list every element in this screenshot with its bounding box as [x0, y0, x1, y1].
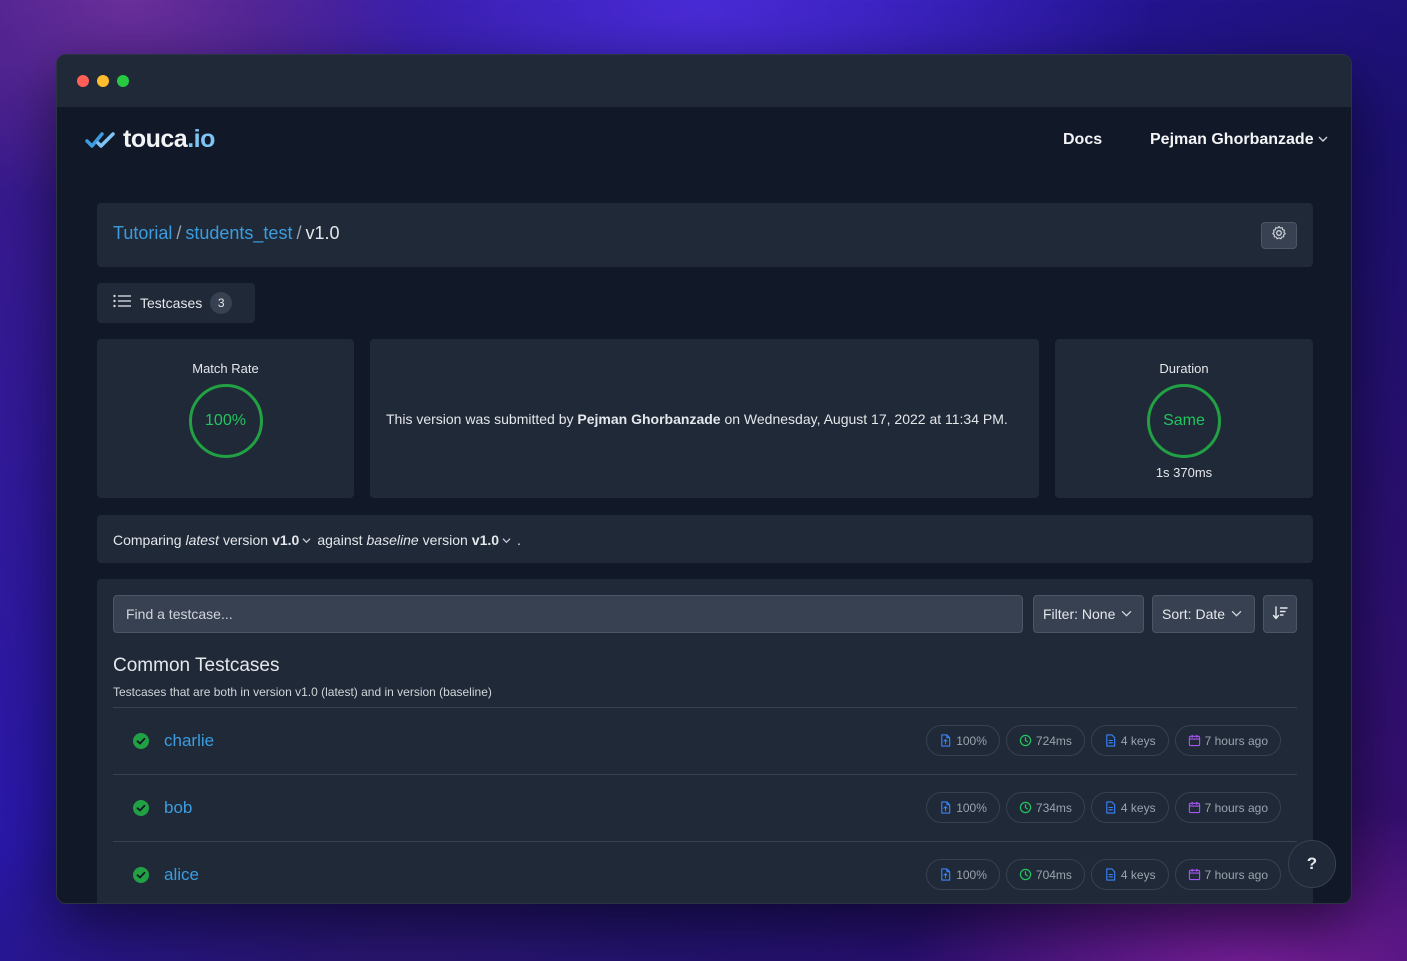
- gear-icon: [1271, 225, 1287, 246]
- testcase-row[interactable]: charlie 100% 724ms 4 keys 7 hours ago: [113, 708, 1297, 774]
- breadcrumb-separator: /: [296, 223, 302, 243]
- chevron-down-icon[interactable]: [502, 532, 511, 548]
- comparison-bar: Comparing latest version v1.0 against basel…: [97, 515, 1313, 563]
- logo-check-icon: [85, 131, 117, 149]
- duration-badge: 704ms: [1005, 859, 1085, 890]
- docs-link[interactable]: Docs: [1063, 131, 1102, 149]
- match-badge: 100%: [926, 859, 1000, 890]
- check-circle-icon: [133, 800, 149, 821]
- testcase-name[interactable]: alice: [164, 865, 199, 885]
- time-badge: 7 hours ago: [1174, 725, 1281, 756]
- list-icon: [113, 294, 131, 313]
- testcase-badges: 100% 734ms 4 keys 7 hours ago: [920, 792, 1281, 823]
- testcase-name[interactable]: bob: [164, 798, 192, 818]
- testcase-row[interactable]: alice 100% 704ms 4 keys 7 hours ago: [113, 842, 1297, 903]
- section-title: Common Testcases: [113, 655, 280, 676]
- testcase-row[interactable]: bob 100% 734ms 4 keys 7 hours ago: [113, 775, 1297, 841]
- match-rate-value: 100%: [205, 412, 246, 429]
- section-subtitle: Testcases that are both in version v1.0 …: [113, 685, 492, 699]
- sort-descending-icon: [1272, 605, 1288, 624]
- filter-label: Filter: None: [1043, 606, 1116, 622]
- latest-version-select[interactable]: v1.0: [272, 532, 299, 548]
- help-button[interactable]: ?: [1288, 840, 1336, 888]
- duration-badge: 734ms: [1005, 792, 1085, 823]
- check-circle-icon: [133, 867, 149, 888]
- maximize-window-button[interactable]: [117, 75, 129, 87]
- sort-order-button[interactable]: [1263, 595, 1297, 633]
- logo[interactable]: touca.io: [85, 125, 215, 154]
- tab-count-badge: 3: [210, 292, 233, 314]
- tab-testcases[interactable]: Testcases 3: [97, 283, 255, 323]
- match-rate-card: Match Rate 100%: [97, 339, 354, 498]
- breadcrumb: Tutorial / students_test / v1.0: [97, 203, 1313, 267]
- chevron-down-icon: [1231, 606, 1242, 622]
- filter-dropdown[interactable]: Filter: None: [1033, 595, 1144, 633]
- match-rate-title: Match Rate: [192, 361, 259, 376]
- sort-dropdown[interactable]: Sort: Date: [1152, 595, 1255, 633]
- tab-label: Testcases: [140, 295, 203, 311]
- match-badge: 100%: [926, 792, 1000, 823]
- testcase-name[interactable]: charlie: [164, 731, 214, 751]
- duration-ring: Same: [1147, 384, 1221, 458]
- chevron-down-icon: [1121, 606, 1132, 622]
- user-name: Pejman Ghorbanzade: [1150, 131, 1314, 148]
- logo-text: touca.io: [123, 125, 215, 153]
- testcase-badges: 100% 704ms 4 keys 7 hours ago: [920, 859, 1281, 890]
- top-nav: touca.io Docs Pejman Ghorbanzade: [57, 107, 1351, 175]
- duration-detail: 1s 370ms: [1155, 465, 1213, 480]
- minimize-window-button[interactable]: [97, 75, 109, 87]
- user-menu[interactable]: Pejman Ghorbanzade: [1150, 131, 1328, 149]
- testcase-list-panel: Filter: None Sort: Date Common Testcases…: [97, 579, 1313, 903]
- breadcrumb-suite[interactable]: students_test: [185, 223, 292, 243]
- match-badge: 100%: [926, 725, 1000, 756]
- keys-badge: 4 keys: [1090, 792, 1169, 823]
- check-circle-icon: [133, 733, 149, 754]
- submission-card: This version was submitted by Pejman Gho…: [370, 339, 1039, 498]
- duration-value: Same: [1163, 412, 1205, 429]
- keys-badge: 4 keys: [1090, 725, 1169, 756]
- match-rate-ring: 100%: [188, 384, 263, 458]
- duration-badge: 724ms: [1005, 725, 1085, 756]
- baseline-version-select[interactable]: v1.0: [472, 532, 499, 548]
- testcase-badges: 100% 724ms 4 keys 7 hours ago: [920, 725, 1281, 756]
- duration-card: Duration Same 1s 370ms: [1055, 339, 1313, 498]
- title-bar: [57, 55, 1351, 107]
- duration-title: Duration: [1159, 361, 1209, 376]
- time-badge: 7 hours ago: [1174, 859, 1281, 890]
- app-window: touca.io Docs Pejman Ghorbanzade Tutoria…: [56, 54, 1352, 904]
- chevron-down-icon: [1318, 131, 1328, 149]
- breadcrumb-team[interactable]: Tutorial: [113, 223, 172, 243]
- close-window-button[interactable]: [77, 75, 89, 87]
- breadcrumb-separator: /: [176, 223, 182, 243]
- submission-text: This version was submitted by Pejman Gho…: [386, 411, 1008, 427]
- sort-label: Sort: Date: [1162, 606, 1226, 622]
- search-input[interactable]: [113, 595, 1023, 633]
- breadcrumb-version: v1.0: [305, 223, 340, 243]
- submitter-name: Pejman Ghorbanzade: [577, 411, 721, 427]
- chevron-down-icon[interactable]: [302, 532, 311, 548]
- time-badge: 7 hours ago: [1174, 792, 1281, 823]
- keys-badge: 4 keys: [1090, 859, 1169, 890]
- settings-button[interactable]: [1261, 222, 1297, 249]
- comparison-text: Comparing latest version v1.0 against basel…: [113, 532, 521, 548]
